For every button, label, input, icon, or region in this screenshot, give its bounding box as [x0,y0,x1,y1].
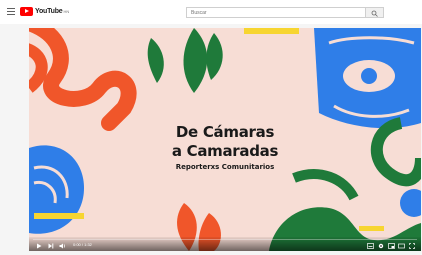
progress-bar[interactable] [33,239,417,240]
volume-icon[interactable] [59,243,66,249]
player-controls: 0:00 / 1:32 [29,237,421,251]
next-icon[interactable] [48,243,54,249]
menu-icon[interactable] [7,8,15,15]
time-display: 0:00 / 1:32 [73,242,92,247]
miniplayer-icon[interactable] [388,243,395,249]
logo-text: YouTube [35,7,63,15]
theater-mode-icon[interactable] [398,243,405,249]
video-subtitle: Reporterxs Comunitarios [175,163,275,171]
search-icon [371,10,378,17]
fullscreen-icon[interactable] [409,243,415,249]
youtube-play-icon [20,6,33,16]
video-title-line-1: De Cámaras [175,123,275,141]
youtube-logo[interactable]: YouTube HN [20,6,69,16]
play-icon[interactable] [36,243,42,249]
search-box[interactable] [186,7,369,18]
logo-country-code: HN [63,8,70,14]
settings-gear-icon[interactable] [378,243,384,249]
top-bar: YouTube HN [0,0,422,24]
video-title-line-2: a Camaradas [171,142,279,160]
subtitles-icon[interactable] [367,243,374,249]
search-button[interactable] [366,7,384,18]
search-input[interactable] [187,8,369,17]
video-player[interactable]: De Cámaras a Camaradas Reporterxs Comuni… [29,28,421,251]
